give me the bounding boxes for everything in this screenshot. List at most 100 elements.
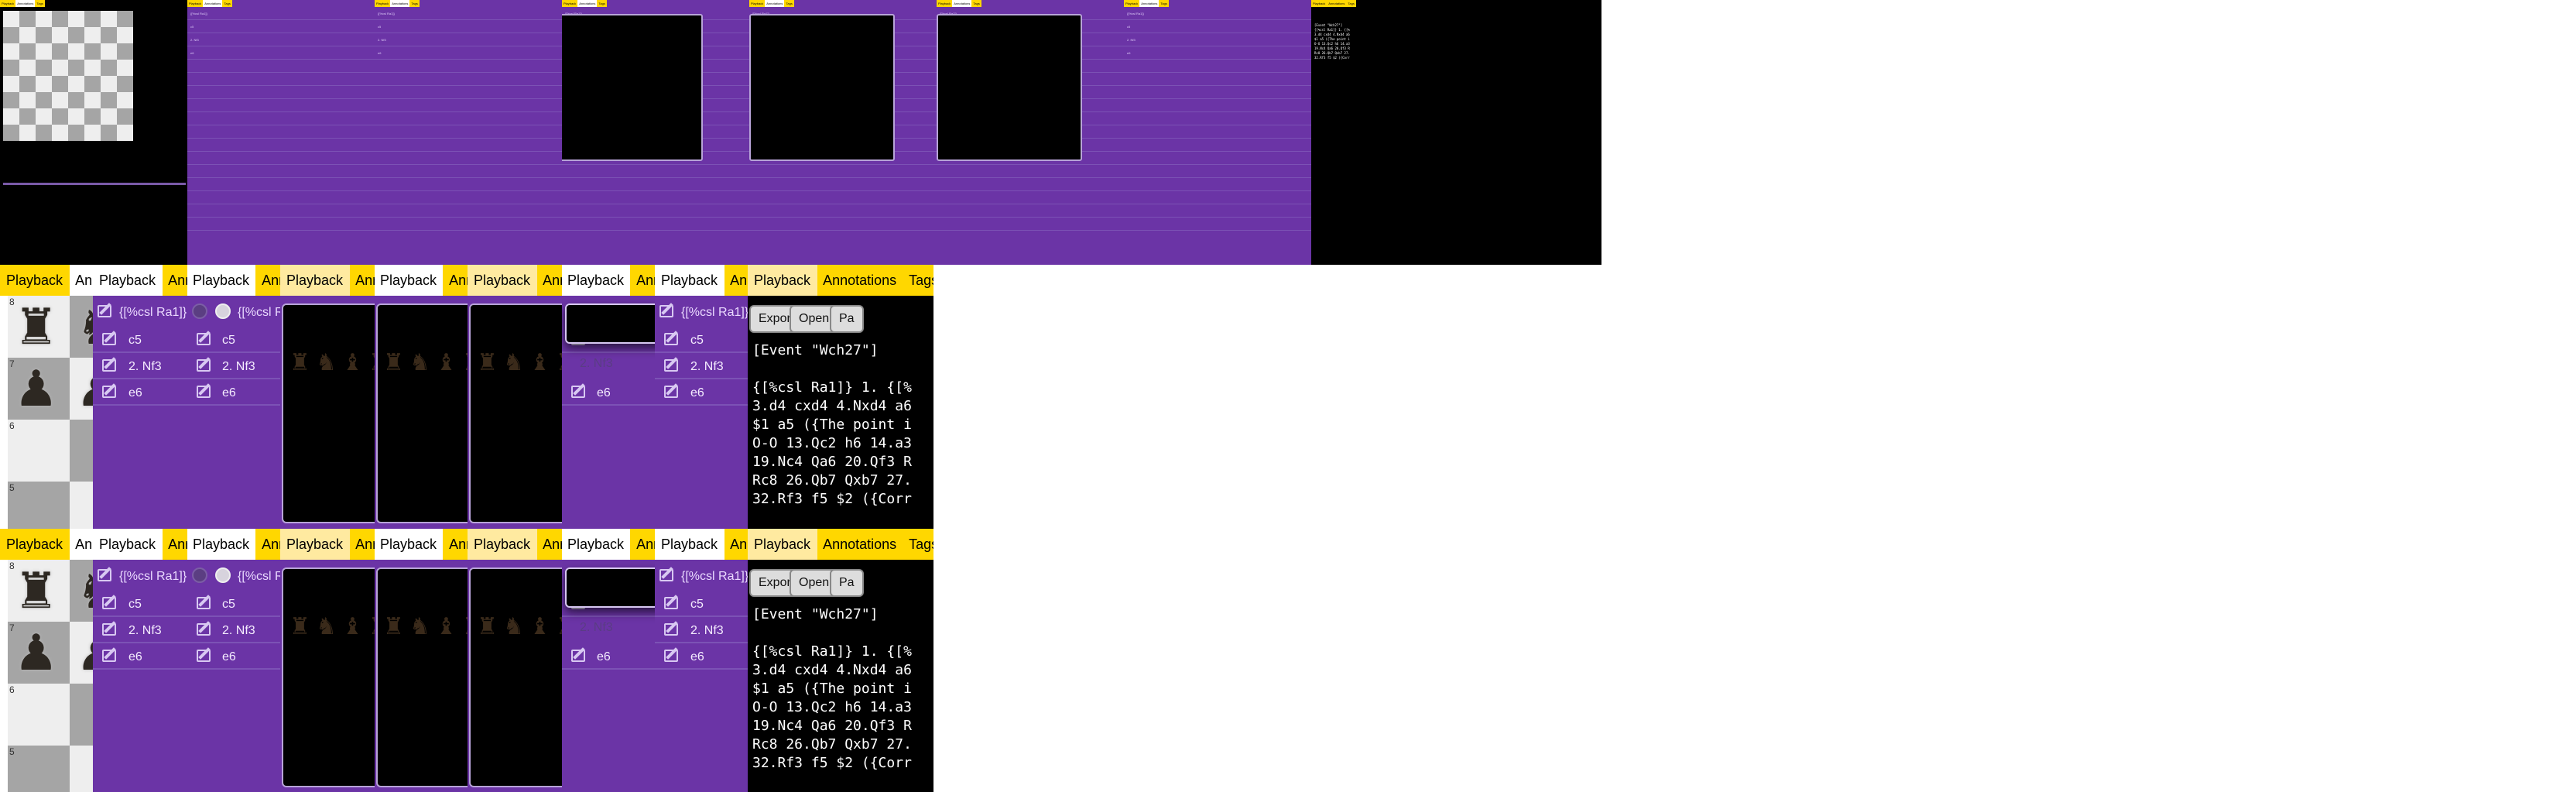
- board-square[interactable]: [117, 108, 133, 125]
- board-square[interactable]: [3, 43, 19, 60]
- tab-annotations[interactable]: Annotations: [443, 529, 468, 560]
- board-square[interactable]: [3, 27, 19, 43]
- move-row[interactable]: [187, 152, 375, 165]
- popup-dialog[interactable]: [564, 303, 656, 344]
- move-row[interactable]: e6: [93, 379, 187, 406]
- tab-annotations[interactable]: Annotations: [349, 529, 375, 560]
- move-row[interactable]: [187, 191, 375, 204]
- board-square[interactable]: [19, 27, 36, 43]
- move-row[interactable]: [937, 204, 1124, 218]
- move-row[interactable]: [562, 204, 749, 218]
- board-square[interactable]: [101, 92, 117, 108]
- move-row[interactable]: e6: [187, 643, 281, 670]
- board-square[interactable]: [84, 60, 101, 76]
- board-square[interactable]: [84, 11, 101, 27]
- edit-icon[interactable]: [664, 597, 678, 609]
- move-row[interactable]: [375, 178, 562, 191]
- move-row[interactable]: [187, 204, 375, 218]
- tab-annotations[interactable]: Annotations: [724, 265, 749, 296]
- rook-icon[interactable]: ♜: [14, 302, 58, 351]
- pawn-icon[interactable]: ♟: [14, 364, 58, 413]
- edit-icon[interactable]: [664, 623, 678, 636]
- move-row[interactable]: [562, 165, 749, 178]
- move-row[interactable]: 2. Nf3: [93, 617, 187, 643]
- board-square[interactable]: [3, 125, 19, 141]
- popup-dialog[interactable]: [564, 567, 656, 608]
- board-square[interactable]: [3, 11, 19, 27]
- tab-playback[interactable]: Playback: [375, 0, 391, 7]
- tab-playback[interactable]: Playback: [187, 529, 256, 560]
- tab-annotations[interactable]: Annotations: [817, 529, 903, 560]
- tab-playback[interactable]: Playback: [748, 529, 817, 560]
- move-row[interactable]: [187, 112, 375, 125]
- game-viewer[interactable]: [937, 14, 1082, 161]
- tab-annotations[interactable]: Annotations: [724, 529, 749, 560]
- tab-annotations[interactable]: Annotations: [162, 265, 187, 296]
- board-square[interactable]: [52, 27, 68, 43]
- move-row[interactable]: [1124, 86, 1311, 99]
- board-square[interactable]: [52, 108, 68, 125]
- board-square[interactable]: [8, 482, 70, 530]
- board-square[interactable]: [19, 11, 36, 27]
- move-row[interactable]: [375, 218, 562, 231]
- board-square[interactable]: [36, 27, 52, 43]
- board-square[interactable]: [52, 43, 68, 60]
- file-button-2[interactable]: Pa: [830, 305, 864, 333]
- tab-playback[interactable]: Playback: [374, 265, 444, 296]
- edit-icon[interactable]: [659, 305, 673, 317]
- tab-annotations[interactable]: Annotations: [577, 0, 598, 7]
- board-square[interactable]: [36, 125, 52, 141]
- edit-icon[interactable]: [196, 650, 210, 662]
- edit-icon[interactable]: [98, 305, 111, 317]
- move-row[interactable]: [375, 73, 562, 86]
- edit-icon[interactable]: [102, 386, 116, 398]
- tab-tags[interactable]: Tags: [597, 0, 607, 7]
- move-row[interactable]: 2. Nf3: [1124, 33, 1311, 46]
- board-square[interactable]: [68, 76, 84, 92]
- tab-tags[interactable]: Tags: [1159, 0, 1169, 7]
- board-square[interactable]: [3, 60, 19, 76]
- tab-playback[interactable]: Playback: [1124, 0, 1140, 7]
- move-row[interactable]: e6: [93, 643, 187, 670]
- tab-tags[interactable]: Tags: [903, 529, 933, 560]
- board-square[interactable]: [68, 108, 84, 125]
- move-row[interactable]: 2. Nf3: [187, 33, 375, 46]
- game-viewer[interactable]: [562, 14, 703, 161]
- tab-playback[interactable]: Playback: [562, 0, 578, 7]
- tab-annotations[interactable]: Annotations: [1139, 0, 1160, 7]
- move-row[interactable]: [187, 125, 375, 139]
- move-row[interactable]: [937, 218, 1124, 231]
- board-square[interactable]: [101, 76, 117, 92]
- move-row[interactable]: e6: [655, 379, 749, 406]
- move-row[interactable]: [749, 218, 937, 231]
- tab-tags[interactable]: Tags: [784, 0, 794, 7]
- tab-annotations[interactable]: Annotations: [443, 265, 468, 296]
- board-square[interactable]: [117, 11, 133, 27]
- board-square[interactable]: [101, 43, 117, 60]
- move-row[interactable]: [375, 125, 562, 139]
- board-square[interactable]: [101, 27, 117, 43]
- move-row[interactable]: c5: [187, 591, 281, 617]
- move-row[interactable]: c5: [187, 327, 281, 353]
- move-row[interactable]: e6: [655, 643, 749, 670]
- board-square[interactable]: [3, 92, 19, 108]
- move-row[interactable]: c5: [655, 591, 749, 617]
- board-square[interactable]: [36, 108, 52, 125]
- game-viewer[interactable]: ♜♞♝♜: [375, 303, 468, 523]
- move-row[interactable]: c5: [655, 327, 749, 353]
- tab-annotations[interactable]: Annotations: [255, 529, 281, 560]
- tab-playback[interactable]: Playback: [374, 529, 444, 560]
- move-row[interactable]: [1124, 60, 1311, 73]
- move-row[interactable]: [375, 86, 562, 99]
- move-row[interactable]: [562, 191, 749, 204]
- game-viewer[interactable]: [749, 14, 895, 161]
- file-button-2[interactable]: Pa: [830, 569, 864, 597]
- edit-icon[interactable]: [664, 333, 678, 345]
- tab-annotations[interactable]: Annotations: [15, 0, 36, 7]
- tab-annotations[interactable]: Annotations: [952, 0, 972, 7]
- edit-icon[interactable]: [196, 597, 210, 609]
- move-row[interactable]: [1124, 125, 1311, 139]
- board-square[interactable]: [101, 60, 117, 76]
- board-square[interactable]: [70, 746, 93, 792]
- tab-playback[interactable]: Playback: [0, 529, 70, 560]
